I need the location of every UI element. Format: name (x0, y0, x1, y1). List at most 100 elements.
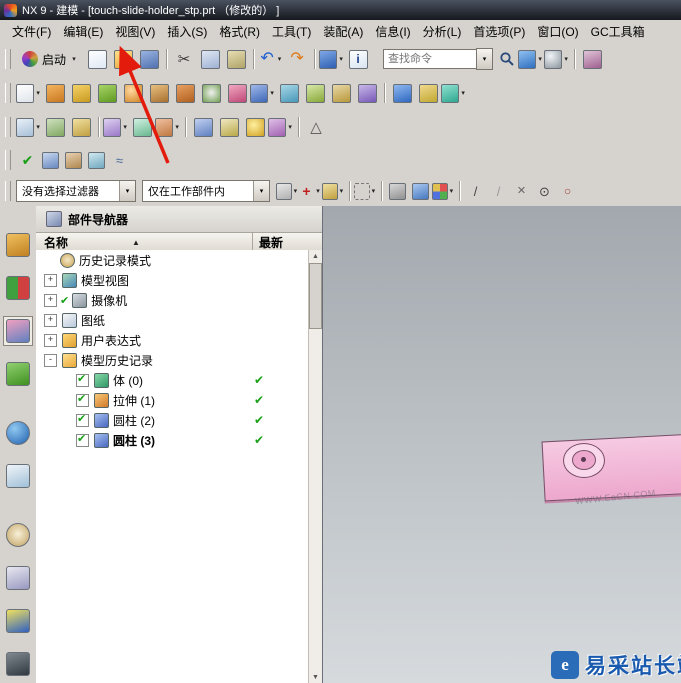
menu-item[interactable]: 插入(S) (161, 21, 213, 42)
tree-row[interactable]: ✔ 拉伸 (1) ✔ (36, 390, 309, 410)
toolbar-grip[interactable] (5, 83, 11, 103)
expand-toggle[interactable]: + (44, 273, 57, 287)
menu-item[interactable]: 信息(I) (369, 21, 416, 42)
new-part-button[interactable] (84, 46, 110, 72)
point-button[interactable] (68, 114, 94, 140)
sphere-button[interactable] (120, 80, 146, 106)
tree-row[interactable]: + ✔ 摄像机 (36, 290, 309, 310)
tree-row[interactable]: + 模型视图 (36, 270, 309, 290)
assembly-navigator-tab[interactable] (3, 230, 33, 260)
object-display-button[interactable]: ▾ (268, 114, 294, 140)
expand-toggle[interactable]: + (44, 293, 57, 307)
expand-toggle[interactable] (62, 415, 73, 426)
reuse-library-tab[interactable] (3, 359, 33, 389)
search-dropdown-arrow[interactable]: ▾ (476, 48, 494, 70)
snap-center-button[interactable]: ⊙ (533, 180, 556, 203)
expand-toggle[interactable]: - (44, 353, 57, 367)
tree-row[interactable]: ✔ 圆柱 (3) ✔ (36, 430, 309, 450)
sort-ascending-icon[interactable]: ▲ (132, 238, 140, 247)
hd3d-tools-tab[interactable] (3, 418, 33, 448)
cone-button[interactable] (94, 80, 120, 106)
manufacturing-wizard-tab[interactable] (3, 606, 33, 636)
cylinder-button[interactable] (68, 80, 94, 106)
expand-toggle[interactable] (62, 435, 73, 446)
menu-item[interactable]: 窗口(O) (531, 21, 584, 42)
redo-button[interactable]: ↷ (284, 46, 310, 72)
filter-face-button[interactable]: ▾ (276, 180, 299, 203)
section-analysis-button[interactable] (62, 149, 85, 172)
part-navigator-tab[interactable] (3, 316, 33, 346)
toolbar-grip[interactable] (5, 181, 11, 201)
expand-toggle[interactable]: + (44, 313, 57, 327)
tree-row[interactable]: 历史记录模式 (36, 250, 309, 270)
menu-item[interactable]: 首选项(P) (467, 21, 531, 42)
paste-button[interactable] (223, 46, 249, 72)
scroll-down-icon[interactable]: ▼ (312, 671, 319, 683)
graphics-area[interactable]: WWW.EaCN.COM e 易采站长站 (323, 206, 681, 683)
part-plate[interactable] (541, 432, 681, 502)
suppress-checkbox[interactable]: ✔ (76, 373, 89, 387)
edge-blend-button[interactable] (276, 80, 302, 106)
toolbar-grip[interactable] (5, 117, 11, 137)
scrollbar-thumb[interactable] (309, 263, 322, 329)
command-search-input[interactable] (383, 49, 477, 69)
deviation-gauge-button[interactable] (39, 149, 62, 172)
expand-toggle[interactable] (44, 255, 55, 266)
start-menu-button[interactable]: 启动 ▾ (16, 46, 84, 72)
web-browser-tab[interactable] (3, 461, 33, 491)
assembly-constraints-button[interactable] (389, 80, 415, 106)
tree-row[interactable]: ✔ 体 (0) ✔ (36, 370, 309, 390)
toolbar-grip[interactable] (5, 150, 11, 170)
datum-plane-button[interactable]: ▾ (16, 114, 42, 140)
marquee-select-button[interactable]: ▾ (354, 180, 377, 203)
expand-toggle[interactable] (62, 375, 73, 386)
shell-button[interactable] (328, 80, 354, 106)
save-button[interactable] (136, 46, 162, 72)
menu-item[interactable]: GC工具箱 (585, 21, 651, 42)
reflection-analysis-button[interactable] (85, 149, 108, 172)
move-component-button[interactable] (415, 80, 441, 106)
wave-link-button[interactable]: ▾ (441, 80, 467, 106)
menu-item[interactable]: 分析(L) (417, 21, 468, 42)
display-mode-button[interactable] (190, 114, 216, 140)
tree-row[interactable]: ✔ 圆柱 (2) ✔ (36, 410, 309, 430)
layer-settings-button[interactable] (216, 114, 242, 140)
datum-csys-button[interactable] (42, 114, 68, 140)
snap-points-button[interactable]: ▾ (432, 180, 455, 203)
suppress-checkbox[interactable]: ✔ (76, 393, 89, 407)
move-face-button[interactable]: ▾ (155, 114, 181, 140)
chevron-down-icon[interactable]: ▾ (119, 181, 135, 201)
suppress-checkbox[interactable]: ✔ (76, 413, 89, 427)
open-button[interactable] (110, 46, 136, 72)
search-button[interactable] (496, 48, 518, 70)
history-tab[interactable] (3, 520, 33, 550)
examine-geometry-button[interactable]: ✔ (16, 149, 39, 172)
pattern-feature-button[interactable] (224, 80, 250, 106)
column-name[interactable]: 名称 (36, 234, 68, 251)
expand-toggle[interactable]: + (44, 333, 57, 347)
show-shaded-button[interactable] (386, 180, 409, 203)
hole-button[interactable] (198, 80, 224, 106)
column-latest[interactable]: 最新 (252, 233, 283, 251)
measure-distance-button[interactable]: ▾ (103, 114, 129, 140)
copy-button[interactable] (197, 46, 223, 72)
menu-item[interactable]: 装配(A) (317, 21, 369, 42)
suppress-checkbox[interactable]: ✔ (76, 433, 89, 447)
trim-body-button[interactable] (354, 80, 380, 106)
sketch-button[interactable]: ▾ (16, 80, 42, 106)
curve-analysis-button[interactable]: ≈ (108, 149, 131, 172)
cut-button[interactable]: ✂ (171, 46, 197, 72)
information-button[interactable]: i (345, 46, 371, 72)
chevron-down-icon[interactable]: ▾ (253, 181, 269, 201)
snap-end-button[interactable]: / (464, 180, 487, 203)
snap-quadrant-button[interactable]: ○ (556, 180, 579, 203)
highlight-button[interactable]: ▾ (322, 180, 345, 203)
menu-item[interactable]: 视图(V) (109, 21, 161, 42)
render-style-button[interactable]: ▾ (544, 46, 570, 72)
menu-item[interactable]: 工具(T) (266, 21, 317, 42)
measure-angle-button[interactable] (129, 114, 155, 140)
add-to-selection-button[interactable]: + ▾ (299, 180, 322, 203)
undo-button[interactable]: ↶ ▾ (258, 46, 284, 72)
tree-row[interactable]: - 模型历史记录 (36, 350, 309, 370)
snap-mid-button[interactable]: / (487, 180, 510, 203)
